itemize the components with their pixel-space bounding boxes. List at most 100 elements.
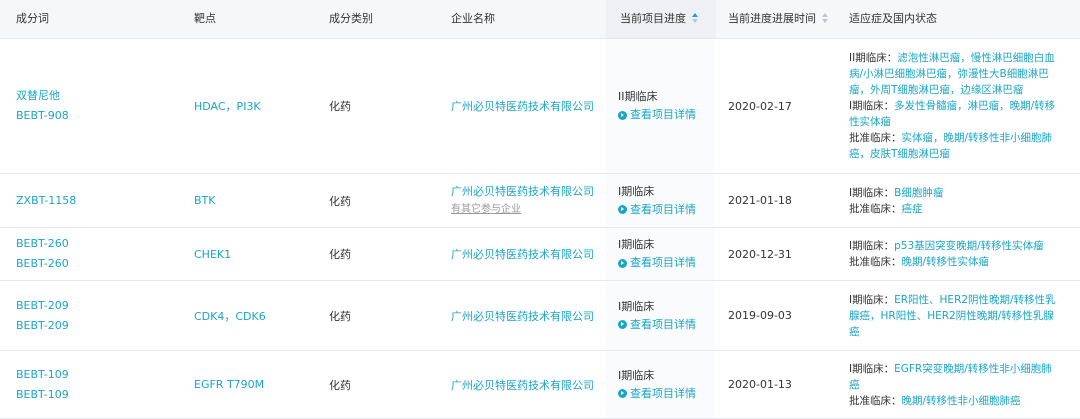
- target-link[interactable]: EGFR T790M: [194, 378, 264, 391]
- cell-target: BTK: [194, 174, 215, 227]
- table-row: ZXBT-1158 BTK 化药 广州必贝特医药技术有限公司 有其它参与企业 I期临床查看…: [0, 174, 1080, 228]
- cell-category: 化药: [329, 281, 351, 350]
- indication-item: II期临床：滤泡性淋巴瘤，慢性淋巴细胞白血病/小淋巴细胞淋巴瘤，弥漫性大B细胞淋…: [849, 50, 1059, 98]
- indication-phase: 批准临床：: [849, 394, 902, 407]
- cell-time: 2020-01-13: [728, 351, 792, 418]
- view-details-link[interactable]: 查看项目详情: [618, 385, 696, 403]
- progress-block: I期临床 查看项目详情: [606, 236, 696, 272]
- indication-value[interactable]: 晚期/转移性实体瘤: [902, 256, 990, 268]
- indication-phase: 批准临床：: [849, 256, 902, 268]
- cell-category: 化药: [329, 351, 351, 418]
- view-details-label: 查看项目详情: [630, 202, 696, 216]
- target-link[interactable]: HDAC，PI3K: [194, 98, 261, 114]
- indication-item: I期临床：ER阳性、HER2阴性晚期/转移性乳腺癌，HR阳性、HER2阴性晚期/…: [849, 292, 1059, 340]
- ingredient-link[interactable]: BEBT-209: [16, 296, 69, 316]
- ingredient-link[interactable]: BEBT-209: [16, 316, 69, 336]
- cell-indication: I期临床：p53基因突变晚期/转移性实体瘤 批准临床：晚期/转移性实体瘤: [849, 228, 1059, 280]
- header-progress-sort[interactable]: 当前项目进度: [606, 0, 716, 38]
- company-link[interactable]: 广州必贝特医药技术有限公司: [451, 308, 594, 324]
- indication-phase: 批准临床：: [849, 132, 902, 144]
- target-link[interactable]: BTK: [194, 194, 215, 207]
- table-row: BEBT-209 BEBT-209 CDK4，CDK6 化药 广州必贝特医药技术有限公司…: [0, 281, 1080, 351]
- progress-date: 2020-01-13: [728, 378, 792, 391]
- view-details-link[interactable]: 查看项目详情: [618, 316, 696, 334]
- view-details-link[interactable]: 查看项目详情: [618, 201, 696, 219]
- header-category: 成分类别: [329, 12, 373, 25]
- indication-value[interactable]: p53基因突变晚期/转移性实体瘤: [894, 240, 1044, 252]
- indication-item: 批准临床：晚期/转移性非小细胞肺癌: [849, 393, 1059, 409]
- cell-indication: I期临床：B细胞肿瘤批准临床：癌症: [849, 174, 1059, 227]
- company-link[interactable]: 广州必贝特医药技术有限公司: [451, 98, 594, 114]
- cell-time: 2019-09-03: [728, 281, 792, 350]
- cell-time: 2020-02-17: [728, 39, 792, 173]
- indication-value[interactable]: B细胞肿瘤: [894, 187, 943, 199]
- indication-item: I期临床：多发性骨髓瘤，淋巴瘤，晚期/转移性实体瘤: [849, 98, 1059, 130]
- indication-phase: I期临床：: [849, 362, 895, 375]
- view-details-label: 查看项目详情: [630, 108, 696, 121]
- target-link[interactable]: CDK4，CDK6: [194, 308, 266, 324]
- cell-indication: I期临床：EGFR突变晚期/转移性非小细胞肺癌 批准临床：晚期/转移性非小细胞肺癌: [849, 351, 1059, 418]
- header-time-label: 当前进度进展时间: [728, 12, 816, 25]
- indication-phase: I期临床：: [849, 186, 895, 199]
- play-circle-icon: [618, 110, 627, 120]
- ingredient-link[interactable]: BEBT-260: [16, 234, 69, 254]
- cell-target: EGFR T790M: [194, 351, 264, 418]
- ingredient-link[interactable]: BEBT-109: [16, 365, 69, 385]
- indication-phase: I期临床：: [849, 240, 895, 252]
- cell-indication: I期临床：ER阳性、HER2阴性晚期/转移性乳腺癌，HR阳性、HER2阴性晚期/…: [849, 281, 1059, 350]
- progress-date: 2020-12-31: [728, 247, 792, 261]
- cell-indication: II期临床：滤泡性淋巴瘤，慢性淋巴细胞白血病/小淋巴细胞淋巴瘤，弥漫性大B细胞淋…: [849, 39, 1059, 173]
- cell-target: CDK4，CDK6: [194, 281, 266, 350]
- header-company: 企业名称: [451, 12, 495, 25]
- other-companies-link[interactable]: 有其它参与企业: [451, 201, 521, 219]
- company-link[interactable]: 广州必贝特医药技术有限公司: [451, 377, 594, 393]
- progress-status: I期临床: [618, 368, 655, 382]
- play-circle-icon: [618, 205, 627, 214]
- view-details-link[interactable]: 查看项目详情: [618, 254, 696, 272]
- indication-phase: I期临床：: [849, 293, 895, 306]
- view-details-link[interactable]: 查看项目详情: [618, 106, 696, 124]
- table-row: BEBT-109 BEBT-109 EGFR T790M 化药 广州必贝特医药技术有限公…: [0, 351, 1080, 419]
- indication-item: I期临床：p53基因突变晚期/转移性实体瘤: [849, 238, 1059, 254]
- cell-company: 广州必贝特医药技术有限公司: [451, 281, 594, 350]
- table-row: BEBT-260 BEBT-260 CHEK1 化药 广州必贝特医药技术有限公司 I期临床…: [0, 228, 1080, 281]
- progress-status: I期临床: [618, 184, 655, 198]
- indication-value[interactable]: 癌症: [902, 203, 923, 215]
- sort-icon[interactable]: [692, 13, 699, 23]
- company-link[interactable]: 广州必贝特医药技术有限公司: [451, 246, 594, 262]
- indication-phase: 批准临床：: [849, 202, 902, 215]
- indication-list: I期临床：B细胞肿瘤批准临床：癌症: [849, 185, 1059, 217]
- play-circle-icon: [618, 389, 627, 398]
- cell-target: HDAC，PI3K: [194, 39, 261, 173]
- indication-list: I期临床：p53基因突变晚期/转移性实体瘤 批准临床：晚期/转移性实体瘤: [849, 238, 1059, 270]
- indication-phase: II期临床：: [849, 52, 898, 64]
- indication-item: 批准临床：晚期/转移性实体瘤: [849, 254, 1059, 270]
- sort-icon[interactable]: [822, 13, 829, 23]
- view-details-label: 查看项目详情: [630, 317, 696, 331]
- cell-progress: I期临床查看项目详情: [606, 174, 714, 227]
- company-link[interactable]: 广州必贝特医药技术有限公司: [451, 183, 594, 199]
- header-ingredient: 成分词: [16, 12, 49, 25]
- cell-ingredient: ZXBT-1158: [16, 174, 76, 227]
- cell-ingredient: BEBT-209 BEBT-209: [16, 281, 69, 350]
- category-text: 化药: [329, 248, 351, 261]
- indication-list: I期临床：EGFR突变晚期/转移性非小细胞肺癌 批准临床：晚期/转移性非小细胞肺癌: [849, 361, 1059, 409]
- progress-date: 2020-02-17: [728, 99, 792, 113]
- header-time-sort[interactable]: 当前进度进展时间: [714, 0, 829, 38]
- cell-progress: I期临床查看项目详情: [606, 351, 714, 418]
- cell-company: 广州必贝特医药技术有限公司: [451, 228, 594, 280]
- table-row: 双替尼他 BEBT-908 HDAC，PI3K 化药 广州必贝特医药技术有限公司 II期临…: [0, 39, 1080, 174]
- indication-item: I期临床：EGFR突变晚期/转移性非小细胞肺癌: [849, 361, 1059, 393]
- ingredient-link[interactable]: 双替尼他: [16, 86, 60, 106]
- ingredient-link[interactable]: BEBT-109: [16, 385, 69, 405]
- cell-category: 化药: [329, 174, 351, 227]
- ingredient-link[interactable]: ZXBT-1158: [16, 191, 76, 211]
- ingredient-link[interactable]: BEBT-908: [16, 106, 69, 126]
- ingredient-link[interactable]: BEBT-260: [16, 254, 69, 274]
- progress-date: 2019-09-03: [728, 309, 792, 322]
- progress-status: I期临床: [618, 299, 655, 313]
- target-link[interactable]: CHEK1: [194, 248, 231, 261]
- cell-progress: I期临床 查看项目详情: [606, 228, 714, 280]
- progress-status: II期临床: [618, 90, 658, 103]
- indication-value[interactable]: 晚期/转移性非小细胞肺癌: [902, 395, 1021, 407]
